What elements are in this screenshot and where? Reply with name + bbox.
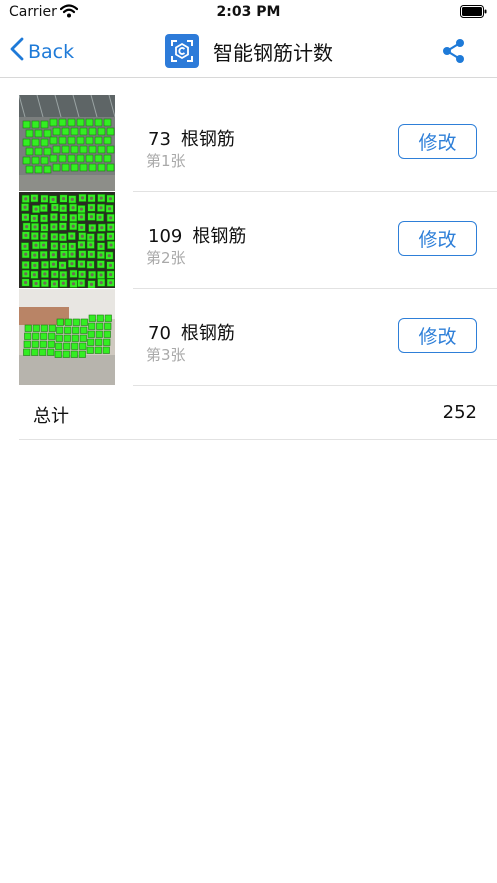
count-unit: 根钢筋 [192, 226, 247, 247]
count-unit: 根钢筋 [180, 129, 235, 150]
share-icon [441, 39, 467, 68]
total-value: 252 [442, 402, 477, 423]
chevron-left-icon [10, 37, 24, 66]
count-value: 70 [148, 323, 171, 344]
list-item: 109 根钢筋 第2张 修改 [0, 192, 497, 289]
title-group: 智能钢筋计数 [165, 34, 333, 68]
edit-button[interactable]: 修改 [398, 221, 477, 256]
rebar-count: 109 根钢筋 [148, 222, 246, 248]
list-item: 70 根钢筋 第3张 修改 [0, 289, 497, 386]
total-row: 总计 252 [19, 388, 497, 440]
list-item: 73 根钢筋 第1张 修改 [0, 95, 497, 192]
divider [133, 385, 497, 386]
divider [19, 439, 497, 440]
app-logo-icon [165, 34, 199, 68]
count-list: 73 根钢筋 第1张 修改 109 根钢筋 第2张 修改 70 根钢筋 第3张 修改 [0, 95, 497, 386]
total-label: 总计 [33, 406, 69, 427]
clock: 2:03 PM [216, 4, 281, 20]
rebar-photo-thumbnail[interactable] [19, 95, 115, 191]
rebar-photo-thumbnail[interactable] [19, 192, 115, 288]
edit-button[interactable]: 修改 [398, 124, 477, 159]
sheet-label: 第1张 [146, 152, 186, 170]
back-label: Back [28, 40, 75, 63]
sheet-label: 第2张 [146, 249, 186, 267]
rebar-count: 70 根钢筋 [148, 319, 235, 345]
back-button[interactable]: Back [10, 37, 74, 66]
status-bar: Carrier 2:03 PM [0, 0, 497, 26]
rebar-photo-thumbnail[interactable] [19, 289, 115, 385]
edit-button[interactable]: 修改 [398, 318, 477, 353]
rebar-count: 73 根钢筋 [148, 125, 235, 151]
page-title: 智能钢筋计数 [213, 40, 333, 65]
battery-icon [460, 5, 487, 22]
count-unit: 根钢筋 [180, 323, 235, 344]
sheet-label: 第3张 [146, 346, 186, 364]
count-value: 109 [148, 226, 183, 247]
count-value: 73 [148, 129, 171, 150]
navigation-bar: Back 智能钢筋计数 [0, 26, 497, 78]
share-button[interactable] [441, 38, 467, 68]
